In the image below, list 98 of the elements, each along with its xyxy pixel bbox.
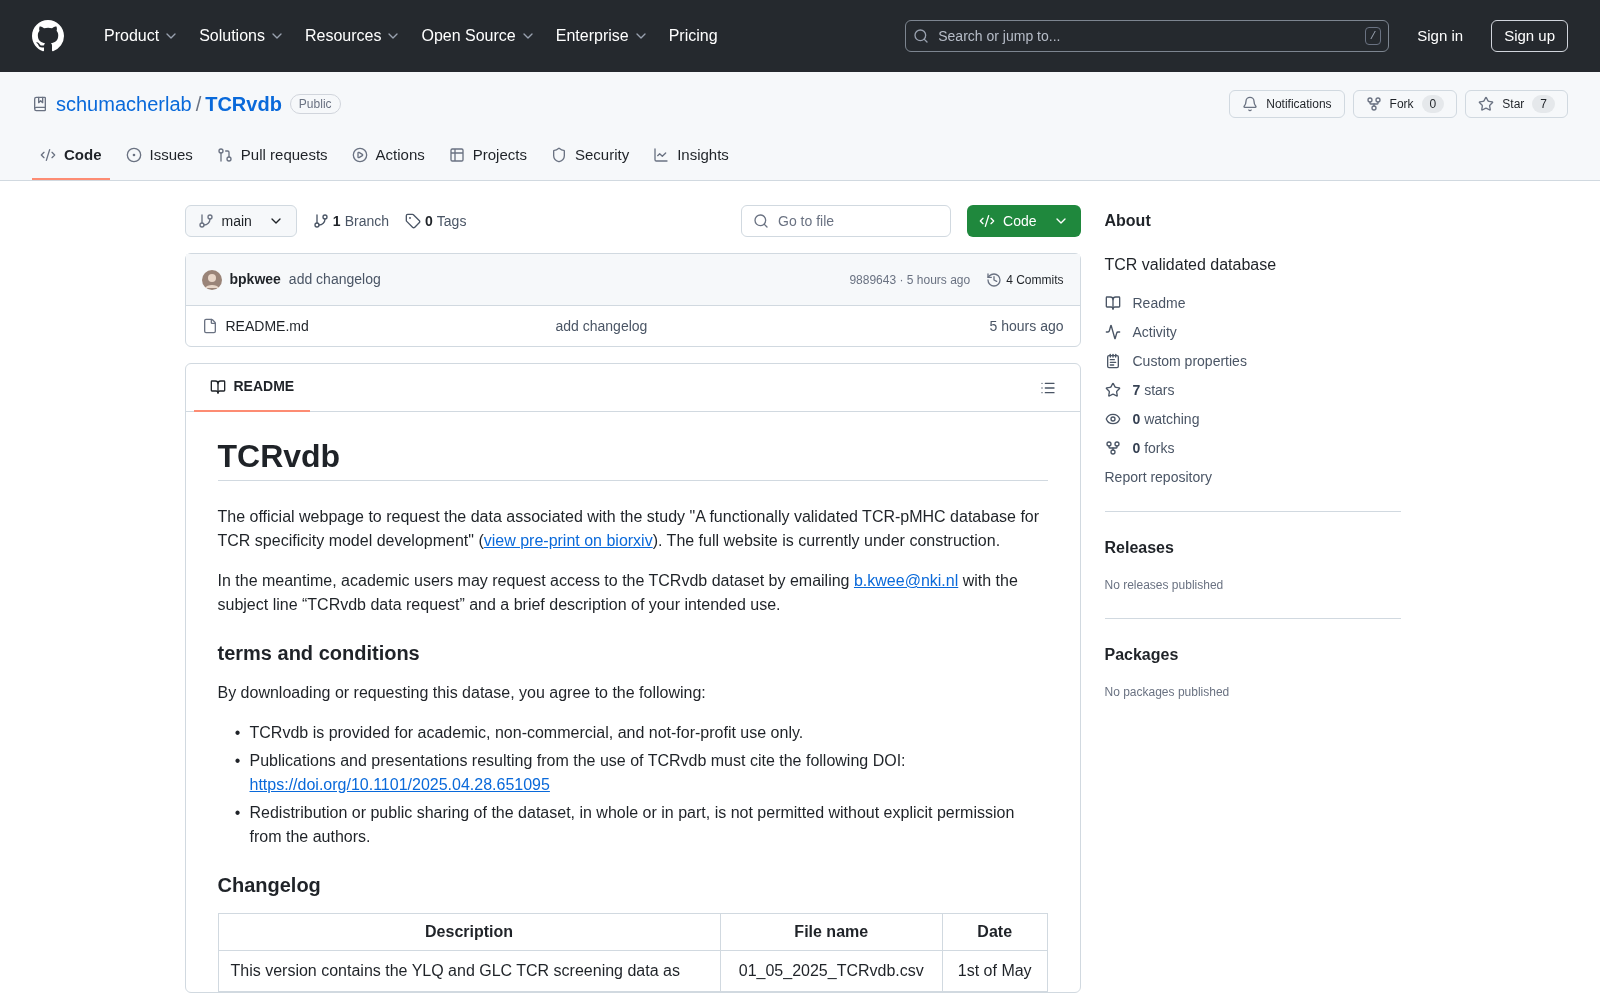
pulse-icon xyxy=(1104,324,1121,340)
paragraph: The official webpage to request the data associated with the study "A functionally validated TCR-pMHC database for TCR specificity model development" (view pre-print on biorxiv). The full website is currently under construction. xyxy=(217,507,1041,551)
section-heading: Changelog xyxy=(217,873,322,897)
repo-tab[interactable]: Projects xyxy=(440,132,535,180)
count-badge: 7 xyxy=(1532,95,1555,113)
repo-tab[interactable]: Pull requests xyxy=(208,132,336,180)
circle-dot-icon xyxy=(125,147,142,163)
book-icon xyxy=(209,378,226,395)
branch-icon xyxy=(312,213,329,229)
graph-icon xyxy=(653,147,670,163)
repo-name-link[interactable]: TCRvdb xyxy=(205,89,282,119)
readme-tab[interactable]: README xyxy=(193,363,311,412)
fork-icon xyxy=(1104,440,1121,456)
repo-action-button[interactable]: Star 7 xyxy=(1465,90,1568,118)
table-cell: 01_05_2025_TCRvdb.csv xyxy=(720,950,943,992)
table-icon xyxy=(448,147,465,163)
packages-heading: Packages xyxy=(1104,645,1180,665)
commits-link[interactable]: 4 Commits xyxy=(986,270,1064,289)
repo-icon xyxy=(32,96,48,112)
bullet-mark: • xyxy=(233,751,242,771)
repo-tab[interactable]: Actions xyxy=(343,132,433,180)
tag-icon xyxy=(405,213,421,229)
commit-message[interactable]: add changelog xyxy=(288,269,381,290)
about-link[interactable]: 0 watching xyxy=(1104,409,1401,429)
paragraph: In the meantime, academic users may request access to the TCRvdb dataset by emailing b.kwee@nki.nl with the subject line “TCRvdb data request” and a brief description of your intended use. xyxy=(217,571,1019,615)
link[interactable]: b.kwee@nki.nl xyxy=(853,572,959,589)
tags-link[interactable]: 0 Tags xyxy=(405,210,467,232)
fork-icon xyxy=(1365,96,1382,112)
branches-link[interactable]: 1 Branch xyxy=(312,210,389,232)
repo-tab[interactable]: Issues xyxy=(117,132,201,180)
section-heading: terms and conditions xyxy=(217,641,421,665)
search-icon xyxy=(913,28,930,44)
list-item: Publications and presentations resulting from the use of TCRvdb must cite the following DOI: https://doi.org/10.1101/2025.04.28.651095 xyxy=(249,751,907,795)
code-icon xyxy=(40,147,56,163)
nav-menu[interactable]: Open Source xyxy=(413,24,544,48)
nav-menu[interactable]: Solutions xyxy=(191,24,293,48)
path-separator: / xyxy=(195,92,202,117)
link[interactable]: https://doi.org/10.1101/2025.04.28.651095 xyxy=(249,776,550,793)
about-link[interactable]: Activity xyxy=(1104,322,1401,342)
code-icon xyxy=(979,213,996,229)
about-link[interactable]: 7 stars xyxy=(1104,380,1401,400)
file-icon xyxy=(201,318,218,334)
repo-action-button[interactable]: Notifications xyxy=(1229,90,1345,118)
history-icon xyxy=(986,271,1003,288)
file-name[interactable]: README.md xyxy=(225,315,556,337)
repo-tab[interactable]: Security xyxy=(542,132,638,180)
search-icon xyxy=(753,213,770,229)
logo-icon[interactable] xyxy=(32,20,64,52)
paragraph: By downloading or requesting this datase, you agree to the following: xyxy=(217,683,707,703)
repo-tab[interactable]: Code xyxy=(32,132,110,180)
go-to-file-field[interactable]: Go to file xyxy=(741,205,952,237)
nav-menu[interactable]: Pricing xyxy=(660,24,726,48)
column-header: Description xyxy=(218,913,721,951)
readme-title: TCRvdb xyxy=(217,444,1048,481)
nav-menu[interactable]: Enterprise xyxy=(547,24,657,48)
owner-link[interactable]: schumacherlab xyxy=(56,89,192,119)
branch-selector[interactable]: main xyxy=(184,205,297,237)
pull-request-icon xyxy=(216,147,233,163)
column-header: File name xyxy=(720,913,943,951)
star-icon xyxy=(1478,96,1495,112)
list-item: TCRvdb is provided for academic, non-commercial, and not-for-profit use only. xyxy=(249,723,804,743)
table-cell: 1st of May xyxy=(942,950,1047,992)
list-item: Redistribution or public sharing of the dataset, in whole or in part, is not permitted without explicit permission from the authors. xyxy=(249,803,1016,847)
report-link[interactable]: Report repository xyxy=(1104,467,1401,487)
count-badge: 0 xyxy=(1421,95,1445,113)
star-icon xyxy=(1104,382,1121,398)
play-icon xyxy=(351,147,368,163)
about-heading: About xyxy=(1104,211,1152,231)
bullet-mark: • xyxy=(233,803,242,823)
releases-heading: Releases xyxy=(1104,538,1175,558)
shield-icon xyxy=(550,147,567,163)
repo-tab[interactable]: Insights xyxy=(645,132,737,180)
about-link[interactable]: Readme xyxy=(1104,293,1401,313)
sign-up-button[interactable]: Sign up xyxy=(1491,20,1568,52)
note-icon xyxy=(1104,353,1121,369)
releases-note: No releases published xyxy=(1104,577,1225,594)
nav-menu[interactable]: Resources xyxy=(296,24,410,48)
book-icon xyxy=(1104,295,1121,311)
repo-action-button[interactable]: Fork 0 xyxy=(1352,90,1458,118)
bell-icon xyxy=(1242,96,1259,112)
table-cell: This version contains the YLQ and GLC TCR screening data as xyxy=(218,950,721,992)
repo-description: TCR validated database xyxy=(1104,255,1278,275)
commit-author[interactable]: bpkwee xyxy=(229,269,281,290)
file-time: 5 hours ago xyxy=(989,316,1064,336)
sign-in-link[interactable]: Sign in xyxy=(1405,24,1476,48)
nav-menu[interactable]: Product xyxy=(96,24,188,48)
column-header: Date xyxy=(942,913,1047,951)
file-commit-message[interactable]: add changelog xyxy=(555,315,648,337)
commit-meta: 9889643 · 5 hours ago xyxy=(849,271,971,289)
branch-icon xyxy=(197,213,214,229)
about-link[interactable]: 0 forks xyxy=(1104,438,1401,458)
about-link[interactable]: Custom properties xyxy=(1104,351,1401,371)
shortcut-key: / xyxy=(1364,27,1382,45)
packages-note: No packages published xyxy=(1104,684,1231,701)
bullet-mark: • xyxy=(233,723,242,743)
code-button[interactable]: Code xyxy=(967,205,1081,237)
avatar xyxy=(201,269,222,290)
eye-icon xyxy=(1104,411,1121,427)
